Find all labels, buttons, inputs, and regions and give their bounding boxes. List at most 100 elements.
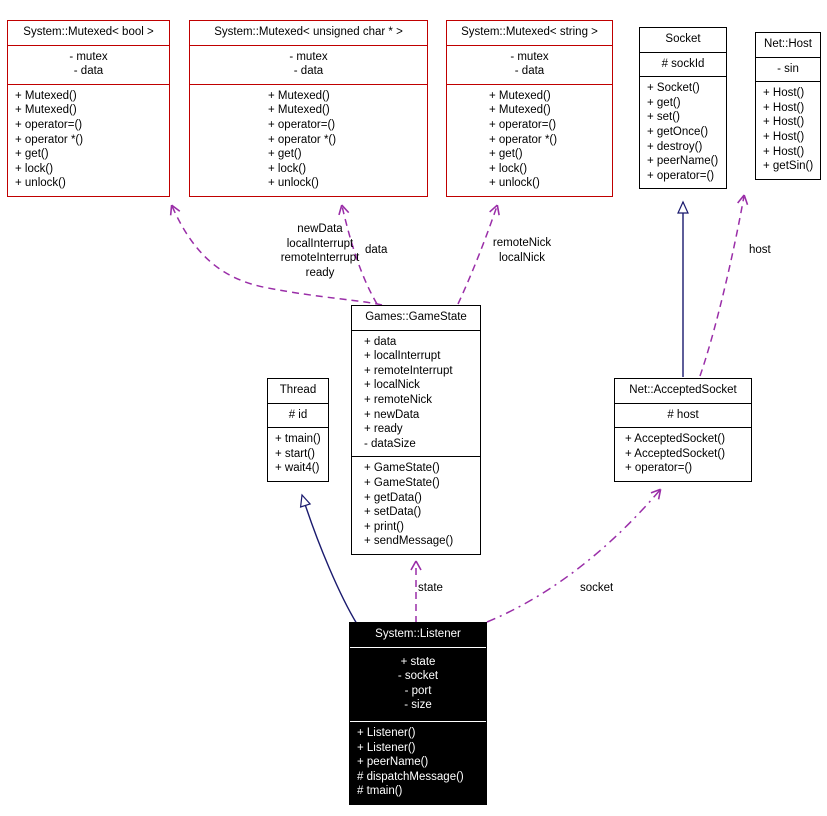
class-attributes: - mutex - data	[447, 44, 612, 85]
attribute-row: + state	[400, 655, 436, 668]
operation-row: + start()	[275, 447, 315, 460]
operation-row: + Mutexed()	[268, 89, 330, 102]
class-box-mutexed-unsigned-char[interactable]: System::Mutexed< unsigned char * > - mut…	[189, 20, 428, 197]
attribute-row: + remoteInterrupt	[364, 364, 453, 377]
operation-row: + Socket()	[647, 82, 700, 95]
class-box-net-host[interactable]: Net::Host - sin + Host() + Host() + Host…	[755, 32, 821, 180]
class-operations: + Socket() + get() + set() + getOnce() +…	[640, 77, 726, 188]
operation-row: + GameState()	[364, 476, 440, 489]
operation-row: + get()	[489, 148, 523, 161]
operation-row: + operator=()	[647, 169, 715, 182]
attribute-row: - dataSize	[364, 437, 416, 450]
attribute-row: + localInterrupt	[364, 350, 441, 363]
class-title: System::Mutexed< string >	[461, 26, 598, 38]
class-title: Games::GameState	[365, 311, 467, 323]
edge-label-line: remoteNick	[492, 237, 552, 249]
operation-row: + sendMessage()	[364, 535, 454, 548]
attribute-row: - socket	[397, 670, 439, 683]
edge-label-line: ready	[305, 266, 335, 279]
class-operations: + tmain() + start() + wait4()	[268, 428, 328, 481]
class-title: Net::Host	[764, 38, 812, 50]
class-operations: + GameState() + GameState() + getData() …	[352, 457, 480, 554]
edge-acceptedsocket-host	[699, 194, 749, 377]
operation-row: + print()	[364, 520, 404, 533]
class-operations: + Mutexed() + Mutexed() + operator=() + …	[190, 85, 427, 196]
operation-row: + peerName()	[357, 756, 429, 769]
operation-row: + operator *()	[489, 133, 558, 146]
operation-row: + Listener()	[357, 726, 416, 739]
operation-row: + setData()	[364, 506, 422, 519]
operation-row: + operator=()	[489, 118, 557, 131]
class-box-games-gamestate[interactable]: Games::GameState + data + localInterrupt…	[351, 305, 481, 555]
edge-thread-listener-inheritance	[299, 493, 358, 625]
class-attributes: + data + localInterrupt + remoteInterrup…	[352, 329, 480, 458]
class-box-system-listener[interactable]: System::Listener + state - socket - port…	[349, 622, 487, 805]
operation-row: + Host()	[763, 145, 805, 158]
operation-row: + AcceptedSocket()	[625, 433, 726, 446]
operation-row: + getSin()	[763, 160, 814, 173]
class-attributes: - mutex - data	[8, 44, 169, 85]
edge-label-socket: socket	[580, 582, 614, 594]
edge-label-data: data	[365, 244, 388, 256]
attribute-row: - data	[73, 65, 104, 78]
operation-row: + unlock()	[15, 177, 66, 190]
operation-row: + lock()	[489, 162, 528, 175]
attribute-row: + localNick	[364, 379, 420, 392]
class-operations: + Mutexed() + Mutexed() + operator=() + …	[447, 85, 612, 196]
class-box-mutexed-string[interactable]: System::Mutexed< string > - mutex - data…	[446, 20, 613, 197]
operation-row: # dispatchMessage()	[357, 770, 464, 783]
edge-label-line: localNick	[498, 251, 545, 264]
operation-row: + set()	[647, 111, 680, 124]
class-title: Thread	[279, 384, 317, 396]
class-attributes: + state - socket - port - size	[350, 646, 486, 722]
class-box-socket[interactable]: Socket # sockId + Socket() + get() + set…	[639, 27, 727, 190]
operation-row: + lock()	[268, 162, 307, 175]
operation-row: + operator *()	[15, 133, 84, 146]
attribute-row: - mutex	[69, 50, 108, 63]
class-box-net-acceptedsocket[interactable]: Net::AcceptedSocket # host + AcceptedSoc…	[614, 378, 752, 482]
operation-row: + operator *()	[268, 133, 337, 146]
class-attributes: # host	[615, 402, 751, 429]
operation-row: + get()	[268, 148, 302, 161]
attribute-row: - mutex	[289, 50, 328, 63]
attribute-row: + remoteNick	[364, 393, 433, 406]
class-title: System::Mutexed< unsigned char * >	[214, 26, 403, 38]
operation-row: + unlock()	[268, 177, 319, 190]
attribute-row: + data	[364, 335, 397, 348]
operation-row: + get()	[647, 96, 681, 109]
operation-row: + Host()	[763, 130, 805, 143]
edge-listener-acceptedsocket	[486, 488, 662, 623]
operation-row: + getData()	[364, 491, 422, 504]
class-operations: + AcceptedSocket() + AcceptedSocket() + …	[615, 428, 751, 481]
class-title: Net::AcceptedSocket	[629, 384, 737, 396]
class-title: System::Listener	[375, 628, 461, 640]
class-attributes: - sin	[756, 56, 820, 83]
operation-row: + wait4()	[275, 462, 320, 475]
operation-row: + Mutexed()	[15, 104, 77, 117]
attribute-row: - port	[404, 684, 432, 697]
attribute-row: - mutex	[510, 50, 549, 63]
operation-row: # tmain()	[357, 785, 403, 798]
class-operations: + Mutexed() + Mutexed() + operator=() + …	[8, 85, 169, 196]
class-title: System::Mutexed< bool >	[23, 26, 154, 38]
operation-row: + getOnce()	[647, 125, 709, 138]
class-operations: + Listener() + Listener() + peerName() #…	[350, 722, 486, 804]
operation-row: + Mutexed()	[489, 104, 551, 117]
edge-label-host: host	[749, 244, 771, 256]
operation-row: + tmain()	[275, 433, 321, 446]
operation-row: + operator=()	[268, 118, 336, 131]
attribute-row: + ready	[364, 423, 403, 436]
operation-row: + peerName()	[647, 155, 719, 168]
class-box-mutexed-bool[interactable]: System::Mutexed< bool > - mutex - data +…	[7, 20, 170, 197]
attribute-row: # id	[288, 408, 308, 421]
class-attributes: # id	[268, 402, 328, 429]
edge-label-gamestate-mutexed-string: remoteNick localNick	[478, 236, 566, 265]
class-box-thread[interactable]: Thread # id + tmain() + start() + wait4(…	[267, 378, 329, 482]
class-operations: + Host() + Host() + Host() + Host() + Ho…	[756, 82, 820, 179]
attribute-row: # sockId	[661, 57, 705, 70]
operation-row: + get()	[15, 148, 49, 161]
attribute-row: - sin	[777, 62, 799, 75]
attribute-row: - data	[293, 65, 324, 78]
operation-row: + unlock()	[489, 177, 540, 190]
operation-row: + operator=()	[15, 118, 83, 131]
